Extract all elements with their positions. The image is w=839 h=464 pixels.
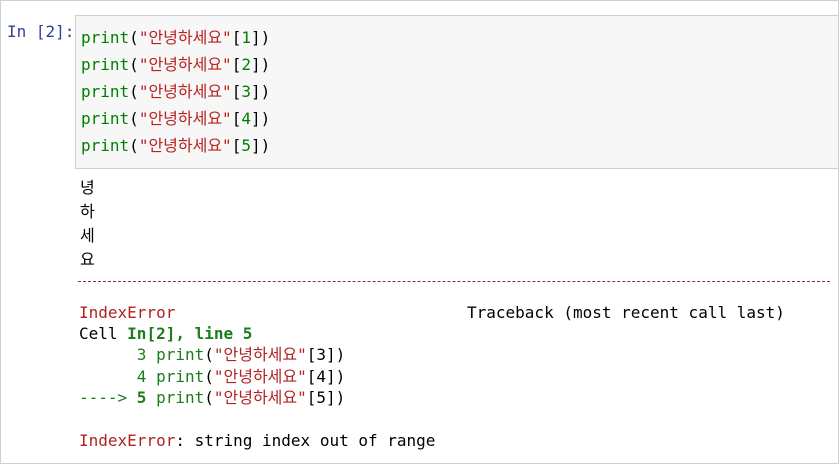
code-index: 5 (241, 136, 251, 155)
traceback-divider (78, 281, 830, 282)
cell-link[interactable]: In[2], line 5 (127, 324, 252, 343)
traceback-header-right: Traceback (most recent call last) (467, 303, 785, 322)
code-func: print (156, 388, 205, 407)
code-func: print (81, 136, 130, 155)
line-number: 4 (136, 367, 147, 386)
code-paren: ( (129, 136, 139, 155)
code-index: 4 (241, 109, 251, 128)
traceback-context-line-current: ----> 5 print("안녕하세요"[5]) (79, 387, 345, 409)
stdout-line: 요 (80, 250, 95, 269)
code-string: "안녕하세요" (213, 367, 307, 386)
error-name: IndexError (79, 303, 176, 322)
code-close: ]) (250, 28, 271, 47)
code-paren: ( (204, 367, 214, 386)
final-error-name: IndexError (79, 431, 176, 450)
code-line: print("안녕하세요"[5]) (81, 134, 270, 158)
code-string: "안녕하세요" (138, 109, 232, 128)
code-index: 1 (241, 28, 251, 47)
code-rest: [5]) (306, 388, 346, 407)
code-index: 2 (241, 55, 251, 74)
code-editor[interactable]: print("안녕하세요"[1]) print("안녕하세요"[2]) prin… (75, 15, 839, 169)
code-string: "안녕하세요" (138, 55, 232, 74)
code-close: ]) (250, 55, 271, 74)
line-marker (79, 367, 137, 386)
code-paren: ( (204, 345, 214, 364)
input-prompt: In [2]: (7, 22, 75, 41)
code-func: print (81, 28, 130, 47)
code-paren: ( (204, 388, 214, 407)
error-message: IndexError: string index out of range (79, 430, 435, 452)
traceback-context-line: 3 print("안녕하세요"[3]) (79, 344, 346, 366)
code-paren: ( (129, 55, 139, 74)
code-string: "안녕하세요" (138, 28, 232, 47)
stdout-line: 세 (80, 226, 95, 245)
code-func: print (81, 109, 130, 128)
code-paren: ( (129, 28, 139, 47)
code-close: ]) (250, 136, 271, 155)
code-string: "안녕하세요" (138, 136, 232, 155)
code-paren: ( (129, 109, 139, 128)
line-number: 3 (136, 345, 147, 364)
code-rest: [4]) (306, 367, 346, 386)
line-marker (79, 345, 137, 364)
traceback-cell-ref: Cell In[2], line 5 (79, 323, 252, 345)
code-close: ]) (250, 109, 271, 128)
current-line-arrow: ----> (79, 388, 137, 407)
code-bracket: [ (231, 82, 242, 101)
code-string: "안녕하세요" (213, 388, 307, 407)
line-number: 5 (136, 388, 147, 407)
code-bracket: [ (231, 55, 242, 74)
code-func: print (156, 367, 205, 386)
code-paren: ( (129, 82, 139, 101)
traceback-context-line: 4 print("안녕하세요"[4]) (79, 366, 346, 388)
stdout-line: 하 (80, 202, 95, 221)
code-bracket: [ (231, 109, 242, 128)
code-func: print (81, 82, 130, 101)
code-rest: [3]) (306, 345, 346, 364)
final-error-message: : string index out of range (175, 431, 436, 450)
code-string: "안녕하세요" (138, 82, 232, 101)
code-line: print("안녕하세요"[4]) (81, 107, 270, 131)
code-func: print (81, 55, 130, 74)
code-line: print("안녕하세요"[1]) (81, 26, 270, 50)
code-line: print("안녕하세요"[2]) (81, 53, 270, 77)
code-func: print (156, 345, 205, 364)
code-index: 3 (241, 82, 251, 101)
code-line: print("안녕하세요"[3]) (81, 80, 270, 104)
cell-prefix: Cell (79, 324, 128, 343)
code-bracket: [ (231, 28, 242, 47)
code-string: "안녕하세요" (213, 345, 307, 364)
stdout-line: 녕 (80, 178, 95, 197)
code-bracket: [ (231, 136, 242, 155)
code-close: ]) (250, 82, 271, 101)
